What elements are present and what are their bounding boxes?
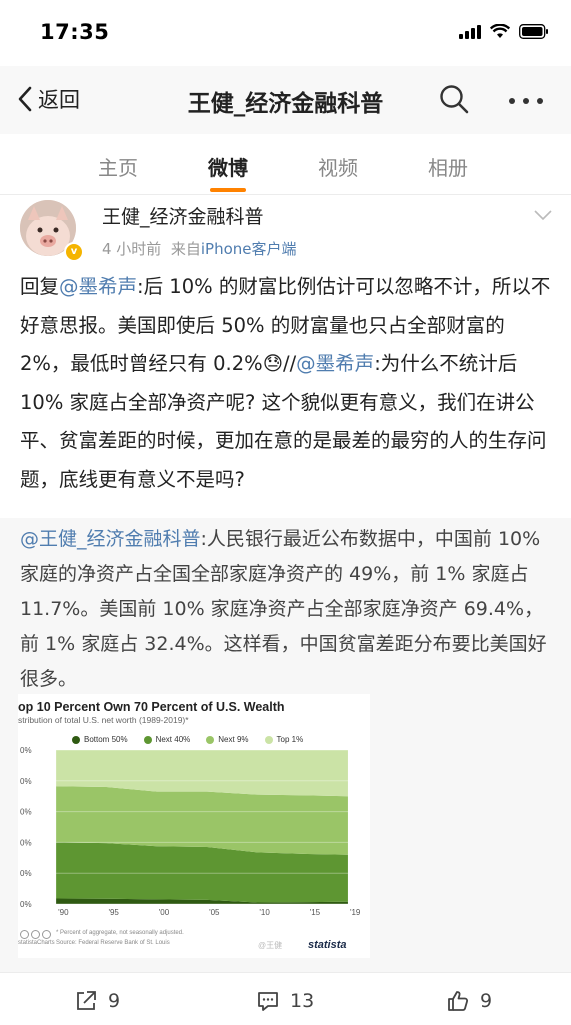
image-watermark: @王健	[258, 941, 283, 950]
mention-link[interactable]: @墨希声	[59, 275, 137, 298]
post-source[interactable]: iPhone客户端	[201, 240, 297, 258]
x-tick-label: '15	[310, 908, 321, 917]
license-icons	[20, 930, 51, 939]
share-icon	[77, 991, 96, 1010]
wealth-chart-image[interactable]: op 10 Percent Own 70 Percent of U.S. Wea…	[18, 694, 370, 958]
tab-video[interactable]: 视频	[318, 152, 358, 181]
status-time: 17:35	[40, 20, 110, 44]
cc-by-icon	[31, 930, 40, 939]
statista-logo: statista	[308, 939, 347, 951]
like-button[interactable]: 9	[446, 989, 492, 1013]
comment-button[interactable]: 13	[256, 989, 314, 1013]
more-dot-icon	[537, 98, 543, 104]
post-actions: 9 13 9	[0, 972, 571, 1025]
y-tick-label: 0%	[20, 838, 32, 847]
status-bar: 17:35	[0, 0, 571, 66]
verified-badge-icon: v	[64, 242, 84, 262]
reposted-content[interactable]: @王健_经济金融科普:人民银行最近公布数据中，中国前 10% 家庭的净资产占全国…	[0, 518, 571, 972]
x-tick-label: '19	[350, 908, 361, 917]
author-name[interactable]: 王健_经济金融科普	[102, 202, 264, 229]
mention-link[interactable]: @墨希声	[296, 352, 374, 375]
tab-weibo[interactable]: 微博	[208, 152, 248, 192]
cc-nd-icon	[42, 930, 51, 939]
more-options-button[interactable]	[509, 98, 543, 104]
comment-count: 13	[290, 990, 315, 1012]
search-icon	[440, 85, 469, 114]
y-tick-label: 0%	[20, 746, 32, 755]
post-meta: 4 小时前 来自iPhone客户端	[102, 238, 297, 259]
post-text-segment: //	[283, 352, 297, 375]
x-tick-label: '90	[58, 908, 69, 917]
repost-button[interactable]: 9	[74, 989, 120, 1013]
wifi-icon	[490, 24, 510, 38]
cellular-signal-icon	[459, 24, 481, 39]
more-dot-icon	[509, 98, 515, 104]
chart-credit: statistaCharts	[18, 940, 55, 946]
mention-link[interactable]: @王健_经济金融科普	[20, 528, 201, 550]
x-tick-label: '05	[209, 908, 220, 917]
chart-footnote: * Percent of aggregate, not seasonally a…	[56, 930, 184, 936]
post-header: v 王健_经济金融科普 4 小时前 来自iPhone客户端	[0, 194, 571, 270]
comment-icon	[258, 992, 278, 1011]
search-button[interactable]	[439, 84, 469, 118]
y-tick-label: 0%	[20, 900, 32, 909]
chevron-down-icon	[534, 210, 552, 221]
source-prefix: 来自	[170, 240, 201, 258]
active-tab-indicator	[210, 188, 246, 192]
chart-plot: 0% 0% 0% 0% 0% 0% '90 '95 '00 '05 '10 '15 '19	[20, 746, 361, 917]
chart-source: Source: Federal Reserve Bank of St. Loui…	[56, 940, 170, 946]
repost-count: 9	[108, 990, 121, 1012]
x-tick-label: '10	[259, 908, 270, 917]
post-menu-button[interactable]	[533, 206, 553, 225]
tab-home[interactable]: 主页	[98, 152, 138, 181]
sweat-emoji-icon: 😓	[262, 352, 284, 375]
status-icons	[459, 24, 549, 39]
tab-album[interactable]: 相册	[428, 152, 468, 181]
repost-body: @王健_经济金融科普:人民银行最近公布数据中，中国前 10% 家庭的净资产占全国…	[20, 522, 560, 697]
battery-icon	[519, 24, 548, 39]
repost-text: :人民银行最近公布数据中，中国前 10% 家庭的净资产占全国全部家庭净资产的 4…	[20, 528, 547, 690]
x-tick-label: '00	[159, 908, 170, 917]
y-tick-label: 0%	[20, 808, 32, 817]
post-time: 4 小时前	[102, 240, 162, 258]
cc-icon	[20, 930, 29, 939]
thumbs-up-icon	[448, 991, 469, 1011]
post-body: 回复@墨希声:后 10% 的财富比例估计可以忽略不计，所以不好意思报。美国即使后…	[20, 268, 555, 499]
more-dot-icon	[523, 98, 529, 104]
x-tick-label: '95	[108, 908, 119, 917]
like-count: 9	[480, 990, 493, 1012]
post-text-segment: 回复	[20, 275, 60, 298]
y-tick-label: 0%	[20, 869, 32, 878]
nav-bar: 返回 王健_经济金融科普	[0, 66, 571, 134]
page-title: 王健_经济金融科普	[187, 91, 384, 117]
y-tick-label: 0%	[20, 777, 32, 786]
profile-tabs: 主页 微博 视频 相册	[0, 134, 571, 195]
